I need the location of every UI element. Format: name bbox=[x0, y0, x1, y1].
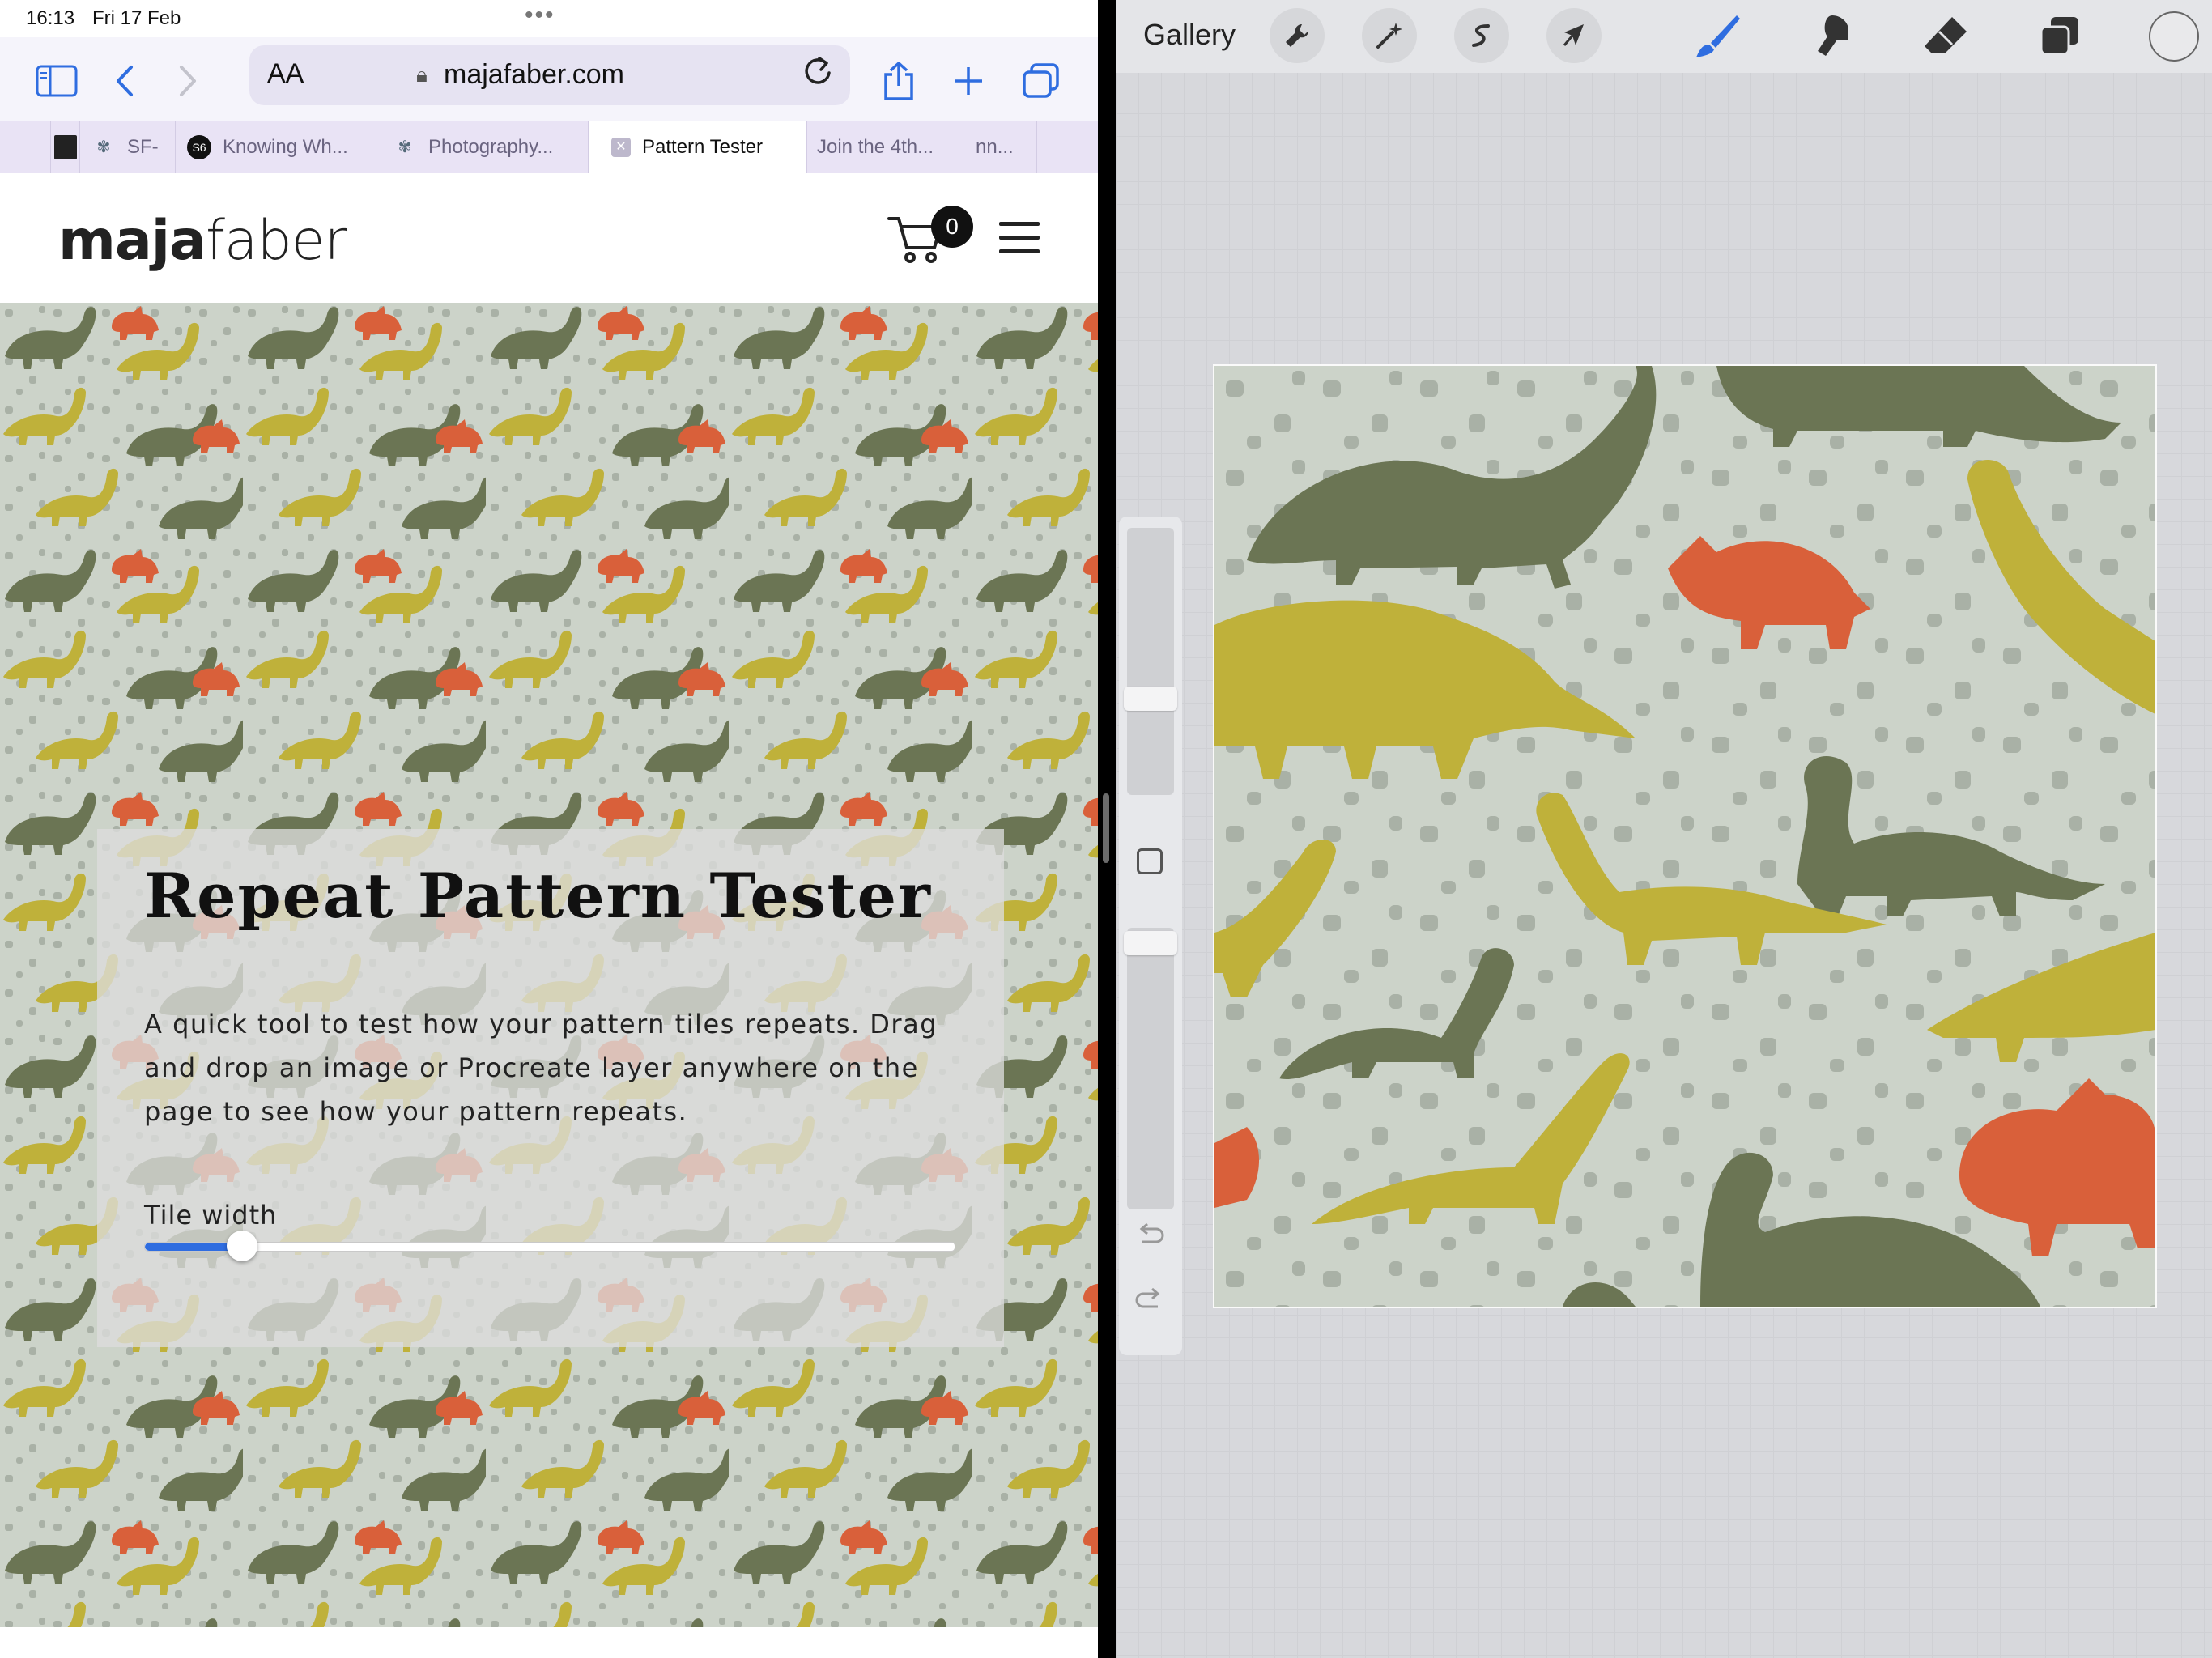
menu-icon[interactable] bbox=[999, 222, 1040, 254]
cart-count-badge: 0 bbox=[931, 206, 973, 248]
flower-favicon-icon: ✾ bbox=[398, 138, 412, 156]
page-title: Repeat Pattern Tester bbox=[144, 860, 932, 932]
site-logo[interactable]: majafaber bbox=[58, 209, 347, 273]
brush-size-knob[interactable] bbox=[1124, 687, 1177, 711]
tab-label: Pattern Tester bbox=[642, 136, 763, 158]
browser-toolbar: AA 🔒︎ majafaber.com bbox=[0, 37, 1098, 121]
site-header: majafaber 0 bbox=[0, 173, 1098, 303]
eraser-icon[interactable] bbox=[1917, 8, 1974, 65]
slider-thumb[interactable] bbox=[227, 1231, 257, 1261]
tab-item[interactable]: Join the 4th... bbox=[806, 121, 972, 173]
procreate-window: Gallery bbox=[1116, 0, 2212, 1658]
opacity-slider[interactable] bbox=[1127, 928, 1174, 1209]
split-view-divider[interactable] bbox=[1098, 0, 1116, 1658]
lock-icon: 🔒︎ bbox=[416, 63, 428, 87]
pattern-preview[interactable]: Repeat Pattern Tester A quick tool to te… bbox=[0, 303, 1098, 1627]
undo-icon[interactable] bbox=[1134, 1222, 1166, 1259]
selection-arrow-icon[interactable] bbox=[1546, 8, 1602, 63]
page-bottom bbox=[0, 1627, 1098, 1658]
back-icon[interactable] bbox=[102, 58, 147, 104]
tab-item[interactable]: ✾ SF- bbox=[79, 121, 176, 173]
tab-item[interactable] bbox=[50, 121, 80, 173]
status-date: Fri 17 Feb bbox=[92, 7, 181, 29]
tab-item[interactable] bbox=[1036, 121, 1083, 173]
tab-item[interactable]: S6 Knowing Wh... bbox=[175, 121, 381, 173]
procreate-canvas[interactable] bbox=[1213, 364, 2157, 1308]
procreate-toolbar: Gallery bbox=[1116, 0, 2212, 73]
url-domain: majafaber.com bbox=[444, 59, 624, 90]
redo-icon[interactable] bbox=[1134, 1287, 1166, 1324]
tab-label: Photography... bbox=[428, 136, 554, 158]
tile-width-slider[interactable] bbox=[144, 1231, 955, 1261]
procreate-sidebar bbox=[1119, 517, 1182, 1355]
tab-bar: ✾ SF- S6 Knowing Wh... ✾ Photography... ✕ Pa… bbox=[0, 121, 1098, 174]
split-view-handle[interactable] bbox=[1103, 793, 1109, 863]
status-time: 16:13 bbox=[26, 7, 75, 29]
site-favicon bbox=[54, 135, 77, 159]
layers-icon[interactable] bbox=[2031, 8, 2087, 65]
forward-icon[interactable] bbox=[165, 58, 211, 104]
brush-size-slider[interactable] bbox=[1127, 528, 1174, 795]
tab-label: nn... bbox=[976, 136, 1014, 158]
sidebar-toggle-icon[interactable] bbox=[34, 58, 79, 104]
gallery-button[interactable]: Gallery bbox=[1143, 18, 1236, 52]
text-size-button[interactable]: AA bbox=[267, 58, 304, 90]
flower-favicon-icon: ✾ bbox=[96, 138, 111, 156]
tab-item[interactable]: ✾ Photography... bbox=[381, 121, 589, 173]
tab-label: SF- bbox=[127, 136, 159, 158]
tab-label: Join the 4th... bbox=[817, 136, 934, 158]
tab-overview-icon[interactable] bbox=[1019, 58, 1064, 104]
modify-button[interactable] bbox=[1137, 848, 1163, 874]
address-bar[interactable]: AA 🔒︎ majafaber.com bbox=[249, 45, 850, 105]
smudge-icon[interactable] bbox=[1804, 8, 1861, 65]
tab-item[interactable]: nn... bbox=[972, 121, 1036, 173]
adjust-icon[interactable] bbox=[1454, 8, 1509, 63]
tab-pattern-tester[interactable]: ✕ Pattern Tester bbox=[588, 121, 807, 173]
color-picker-swatch[interactable] bbox=[2149, 11, 2199, 62]
magic-wand-icon[interactable] bbox=[1362, 8, 1417, 63]
logo-bold: maja bbox=[58, 209, 206, 273]
share-icon[interactable] bbox=[876, 58, 921, 104]
s6-favicon-icon: S6 bbox=[187, 135, 211, 159]
safari-window: 16:13 Fri 17 Feb ••• AA 🔒︎ majafaber.com bbox=[0, 0, 1098, 1658]
tab-label: Knowing Wh... bbox=[223, 136, 348, 158]
close-tab-icon[interactable]: ✕ bbox=[611, 138, 631, 157]
brush-icon[interactable] bbox=[1689, 8, 1746, 65]
status-bar: 16:13 Fri 17 Feb ••• bbox=[0, 0, 1098, 37]
pattern-artwork bbox=[1214, 366, 2155, 1307]
logo-light: faber bbox=[205, 209, 347, 273]
tester-description: A quick tool to test how your pattern ti… bbox=[144, 1009, 938, 1127]
tile-width-label: Tile width bbox=[144, 1200, 278, 1231]
opacity-knob[interactable] bbox=[1124, 931, 1177, 955]
reload-icon[interactable] bbox=[802, 53, 834, 97]
wrench-icon[interactable] bbox=[1270, 8, 1325, 63]
multitasking-dots[interactable]: ••• bbox=[525, 2, 555, 29]
new-tab-icon[interactable] bbox=[946, 58, 991, 104]
tester-panel: Repeat Pattern Tester A quick tool to te… bbox=[97, 829, 1004, 1347]
